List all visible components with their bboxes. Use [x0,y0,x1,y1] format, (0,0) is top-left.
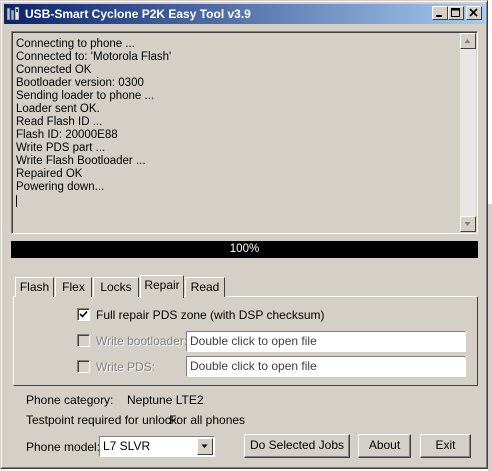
log-line: Flash ID: 20000E88 [16,129,118,141]
about-button[interactable]: About [358,434,411,458]
log-line: Connecting to phone ... [16,38,135,50]
log-line: Connected to: 'Motorola Flash' [16,51,172,63]
log-line: Powering down... [16,181,105,193]
minimize-button[interactable] [432,6,448,20]
title-bar[interactable]: USB-Smart Cyclone P2K Easy Tool v3.9 [4,4,485,24]
write-bootloader-checkbox[interactable] [77,334,90,347]
progress-label: 100% [229,243,260,255]
testpoint-label: Testpoint required for unlock: [26,413,181,427]
close-button[interactable] [466,6,482,20]
log-line: Bootloader version: 0300 [16,77,144,89]
write-pds-checkbox[interactable] [77,360,90,373]
desktop-background-lower [488,204,492,471]
phone-model-dropdown-button[interactable] [197,438,213,455]
app-icon [6,6,22,22]
text-caret [16,195,17,207]
log-line: Write PDS part ... [16,142,106,154]
write-pds-label: Write PDS: [96,360,156,374]
testpoint-value: For all phones [169,413,246,427]
phone-model-select[interactable]: L7 SLVR [99,436,215,457]
full-repair-label[interactable]: Full repair PDS zone (with DSP checksum) [96,308,325,322]
pds-file-field[interactable]: Double click to open file [186,356,466,377]
bootloader-file-field[interactable]: Double click to open file [186,331,466,352]
phone-model-label: Phone model: [26,440,101,454]
log-line: Read Flash ID ... [16,116,103,128]
log-line: Sending loader to phone ... [16,90,155,102]
full-repair-checkbox[interactable] [77,308,90,321]
log-lines: Connecting to phone ... Connected to: 'M… [16,38,171,207]
tab-flash[interactable]: Flash [15,277,54,297]
log-line: Write Flash Bootloader ... [16,155,146,167]
write-bootloader-label: Write bootloader: [96,334,188,348]
maximize-icon [451,8,460,17]
phone-category-label: Phone category: [26,393,114,407]
log-output[interactable]: Connecting to phone ... Connected to: 'M… [11,31,478,234]
chevron-down-icon [201,444,208,448]
log-line: Repaired OK [16,168,83,180]
checkmark-icon [79,310,88,318]
log-scrollbar[interactable] [460,33,476,232]
do-selected-jobs-button[interactable]: Do Selected Jobs [244,434,350,458]
phone-category-value: Neptune LTE2 [127,393,204,407]
minimize-icon [436,15,442,17]
arrow-up-icon [464,39,471,43]
tab-flex[interactable]: Flex [55,277,92,297]
maximize-button[interactable] [448,6,464,20]
arrow-down-icon [464,222,471,226]
scroll-down-button[interactable] [460,216,476,232]
main-window: USB-Smart Cyclone P2K Easy Tool v3.9 Con… [0,0,488,469]
phone-model-value: L7 SLVR [103,439,151,453]
log-line: Loader sent OK. [16,103,100,115]
window-title: USB-Smart Cyclone P2K Easy Tool v3.9 [25,7,251,21]
progress-bar: 100% [11,241,478,258]
close-icon [469,8,478,17]
log-line: Connected OK [16,64,92,76]
tab-repair[interactable]: Repair [140,275,184,298]
tab-locks[interactable]: Locks [93,277,139,297]
tab-read[interactable]: Read [185,277,225,297]
repair-tab-panel: Full repair PDS zone (with DSP checksum)… [13,296,478,386]
exit-button[interactable]: Exit [420,434,471,458]
scroll-up-button[interactable] [460,33,476,49]
